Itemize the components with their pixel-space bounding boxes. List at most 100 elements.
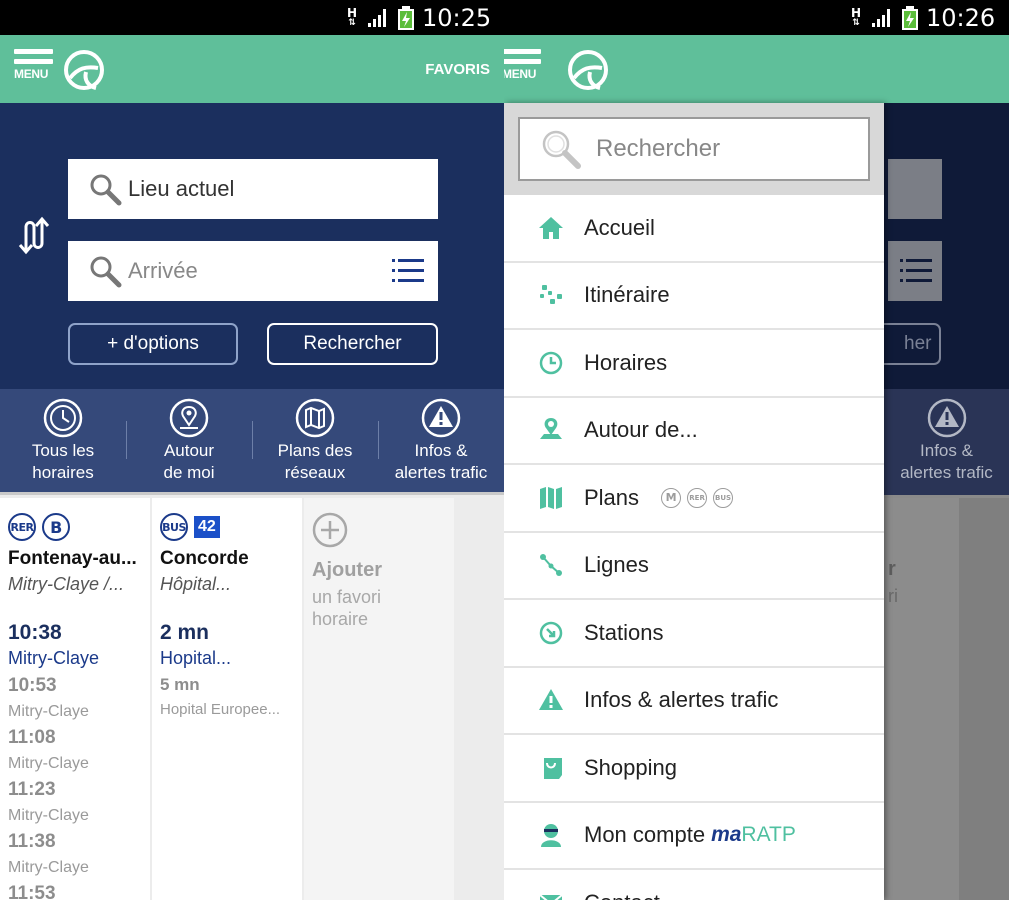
itinerary-search-panel: Lieu actuel Arrivée + d'options Recherch… — [0, 103, 504, 389]
list-icon — [900, 259, 932, 282]
clock-time: 10:26 — [926, 4, 996, 32]
metro-badge: M — [661, 487, 682, 508]
arrival-input[interactable]: Arrivée — [68, 241, 438, 301]
menu-label: MENU — [504, 67, 537, 81]
home-icon — [539, 216, 563, 239]
shopping-bag-icon — [540, 757, 562, 779]
clock-icon — [539, 351, 563, 374]
departure-time: 5 mn — [160, 675, 200, 694]
departure-time: 11:08 — [8, 727, 56, 748]
search-icon — [90, 174, 122, 206]
departure-destination: Hopital Europee... — [160, 701, 281, 718]
map-icon — [540, 486, 562, 509]
drawer-search-container: Rechercher — [504, 103, 884, 195]
drawer-search-input[interactable]: Rechercher — [518, 117, 870, 181]
clock-icon — [43, 398, 83, 438]
drawer-search-placeholder: Rechercher — [596, 135, 721, 162]
dimmed-column — [959, 498, 1009, 900]
menu-label: MENU — [14, 67, 49, 81]
hamburger-icon — [14, 49, 53, 54]
favorite-card-bus-42[interactable]: BUS 42 Concorde Hôpital... 2 mn Hopital.… — [152, 498, 302, 900]
menu-item-label: Stations — [584, 619, 664, 645]
departure-time: 11:38 — [8, 831, 56, 852]
departure-destination: Mitry-Claye — [8, 807, 89, 824]
stop-name: Fontenay-au... — [8, 548, 137, 569]
departure-destination: Mitry-Claye — [8, 859, 89, 876]
search-button[interactable]: Rechercher — [267, 323, 438, 365]
quick-label: Tous les — [31, 441, 95, 460]
rer-badge: RER — [8, 513, 36, 541]
brand-ma: ma — [711, 823, 742, 847]
stop-name: Concorde — [160, 548, 249, 569]
next-departure-time: 10:38 — [8, 621, 62, 644]
favorites-button[interactable]: FAVORIS — [425, 61, 490, 78]
departure-time: 10:53 — [8, 675, 57, 696]
departure-input[interactable]: Lieu actuel — [68, 159, 438, 219]
menu-button[interactable]: MENU — [504, 49, 542, 91]
home-screen: H ⇅ 10:25 MENU FAVORIS Lieu actuel Arriv… — [0, 0, 504, 900]
next-departure-time: 2 mn — [160, 621, 210, 644]
dimmed-text: r — [888, 558, 896, 580]
menu-item-label: Itinéraire — [584, 282, 670, 308]
menu-item-label: Horaires — [584, 349, 668, 375]
brand-ratp: RATP — [741, 823, 796, 847]
quick-label: Autour — [163, 441, 215, 460]
quick-all-schedules[interactable]: Tous les horaires — [0, 389, 126, 492]
battery-charging-icon — [902, 6, 918, 30]
list-icon[interactable] — [392, 258, 424, 284]
search-icon — [90, 256, 122, 288]
departure-destination: Mitry-Claye — [8, 703, 89, 720]
user-icon — [541, 824, 561, 848]
route-icon — [540, 285, 562, 305]
menu-item-plans[interactable]: Plans M RER BUS — [504, 465, 884, 533]
status-bar: H ⇅ 10:25 — [0, 0, 504, 35]
location-pin-icon — [169, 398, 209, 438]
next-departure-destination: Hopital... — [160, 648, 232, 668]
menu-item-horaires[interactable]: Horaires — [504, 330, 884, 398]
menu-item-lignes[interactable]: Lignes — [504, 533, 884, 600]
rer-badge: RER — [687, 487, 708, 508]
ratp-logo-icon — [64, 50, 104, 90]
line-b-badge: B — [42, 513, 70, 541]
menu-item-infos-alertes[interactable]: Infos & alertes trafic — [504, 668, 884, 735]
departure-time: 11:53 — [8, 883, 56, 900]
next-departure-destination: Mitry-Claye — [8, 648, 100, 668]
status-bar: H ⇅ 10:26 — [504, 0, 1009, 35]
direction: Mitry-Claye /... — [8, 574, 125, 594]
hamburger-icon — [504, 49, 541, 54]
departure-time: 11:23 — [8, 779, 56, 800]
menu-item-label: Lignes — [584, 552, 649, 578]
add-icon — [312, 512, 348, 548]
menu-item-mon-compte[interactable]: Mon compte maRATP — [504, 803, 884, 870]
search-icon — [542, 130, 581, 169]
bus-badge: BUS — [713, 487, 734, 508]
menu-item-accueil[interactable]: Accueil — [504, 195, 884, 263]
arrival-placeholder: Arrivée — [128, 258, 198, 283]
menu-item-shopping[interactable]: Shopping — [504, 735, 884, 803]
menu-item-itineraire[interactable]: Itinéraire — [504, 263, 884, 330]
quick-network-maps[interactable]: Plans des réseaux — [252, 389, 378, 492]
add-favorite-subtitle: un favori — [312, 587, 382, 607]
menu-item-autour-de[interactable]: Autour de... — [504, 398, 884, 465]
more-options-button[interactable]: + d'options — [68, 323, 238, 365]
add-favorite-card[interactable]: Ajouter un favori horaire — [304, 498, 454, 900]
app-bar: MENU — [504, 35, 1009, 103]
favorite-card-rer-b[interactable]: RER B Fontenay-au... Mitry-Claye /... 10… — [0, 498, 150, 900]
quick-label: Plans des — [277, 441, 353, 460]
network-type-indicator: H ⇅ — [346, 6, 358, 28]
quick-label: Infos & — [920, 441, 973, 460]
maratp-brand: maRATP — [711, 823, 796, 847]
swap-icon[interactable] — [16, 215, 52, 255]
menu-item-stations[interactable]: Stations — [504, 600, 884, 668]
menu-button[interactable]: MENU — [14, 49, 54, 91]
dimmed-field — [888, 159, 942, 219]
menu-item-contact[interactable]: Contact — [504, 870, 884, 900]
quick-label: réseaux — [284, 463, 346, 482]
quick-around-me[interactable]: Autour de moi — [126, 389, 252, 492]
hamburger-icon-bar — [14, 59, 53, 64]
warning-icon — [539, 689, 563, 711]
warning-icon — [927, 398, 966, 438]
departure-value: Lieu actuel — [128, 176, 235, 201]
quick-traffic-alerts[interactable]: Infos & alertes trafic — [378, 389, 504, 492]
menu-item-label: Autour de... — [584, 417, 698, 443]
